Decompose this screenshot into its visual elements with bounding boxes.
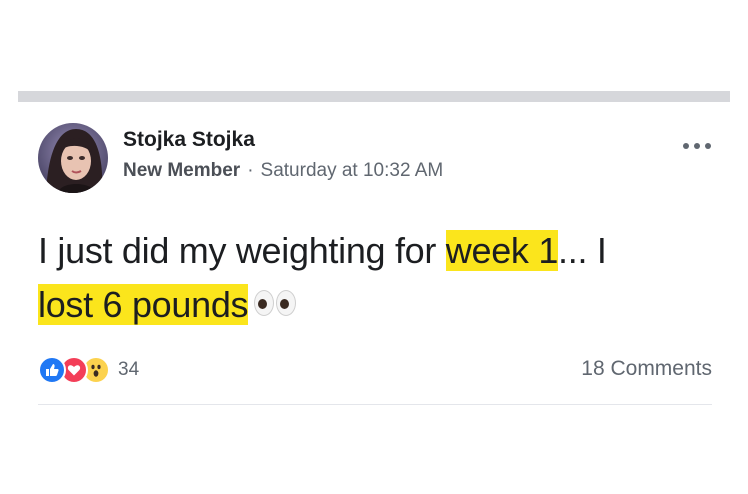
- more-dot-icon: [683, 143, 689, 149]
- post-meta: New Member · Saturday at 10:32 AM: [123, 160, 443, 182]
- eye-left: [254, 290, 275, 317]
- avatar-image: [38, 123, 108, 193]
- highlight-pounds: lost 6 pounds: [38, 284, 249, 325]
- post-footer-divider: [38, 404, 712, 405]
- more-options-button[interactable]: [683, 143, 711, 149]
- reaction-count: 34: [118, 359, 140, 380]
- post-timestamp[interactable]: Saturday at 10:32 AM: [261, 160, 444, 181]
- comments-link[interactable]: 18 Comments: [581, 357, 712, 381]
- more-dot-icon: [705, 143, 711, 149]
- more-dot-icon: [694, 143, 700, 149]
- post-text-part2: ... I: [558, 230, 607, 271]
- eyes-icon: [254, 290, 297, 317]
- reactions-summary[interactable]: 34: [38, 356, 139, 384]
- eye-right: [276, 290, 297, 317]
- avatar[interactable]: [38, 123, 108, 193]
- meta-separator: ·: [247, 160, 254, 181]
- like-icon: [38, 356, 66, 384]
- highlight-week: week 1: [445, 230, 559, 271]
- feed-divider: [18, 91, 730, 102]
- member-role[interactable]: New Member: [123, 160, 240, 181]
- author-name[interactable]: Stojka Stojka: [123, 128, 255, 152]
- post-text-part1: I just did my weighting for: [38, 230, 446, 271]
- post-body: I just did my weighting for week 1... I l…: [38, 224, 718, 332]
